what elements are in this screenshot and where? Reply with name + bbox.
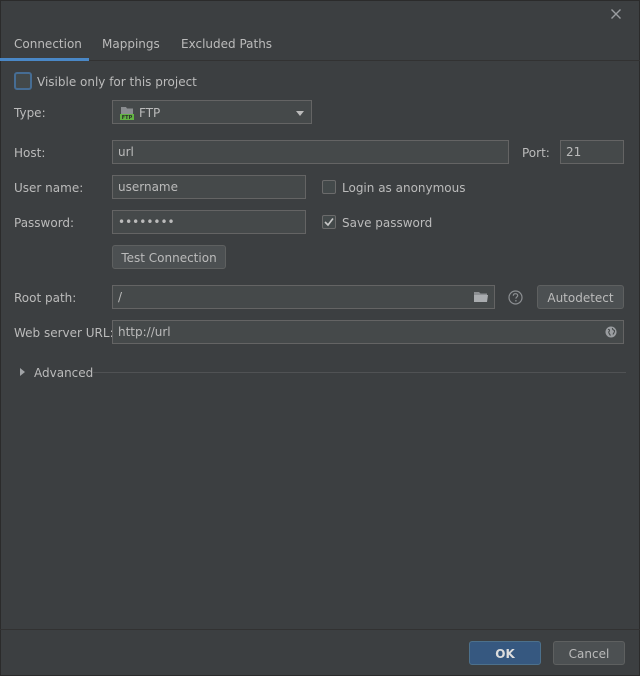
cancel-button[interactable]: Cancel xyxy=(553,641,625,665)
web-url-input[interactable] xyxy=(112,320,624,344)
username-input[interactable] xyxy=(112,175,306,199)
root-path-label: Root path: xyxy=(14,291,77,305)
ftp-icon: FTP xyxy=(120,107,134,121)
globe-icon[interactable] xyxy=(605,326,617,338)
chevron-down-icon xyxy=(296,111,304,116)
password-label: Password: xyxy=(14,216,75,230)
web-url-label: Web server URL: xyxy=(14,326,114,340)
visible-only-checkbox[interactable] xyxy=(14,72,32,90)
visible-only-label: Visible only for this project xyxy=(37,75,197,89)
help-icon[interactable] xyxy=(508,290,523,305)
save-password-checkbox[interactable] xyxy=(322,215,336,229)
close-icon xyxy=(611,9,621,19)
tab-excluded-paths[interactable]: Excluded Paths xyxy=(181,37,272,51)
root-path-input[interactable] xyxy=(112,285,495,309)
host-input[interactable] xyxy=(112,140,509,164)
advanced-toggle[interactable]: Advanced xyxy=(34,365,93,381)
ok-button[interactable]: OK xyxy=(469,641,541,665)
svg-text:FTP: FTP xyxy=(122,115,133,121)
port-label: Port: xyxy=(522,146,550,160)
autodetect-button[interactable]: Autodetect xyxy=(537,285,624,309)
port-input[interactable] xyxy=(560,140,624,164)
host-label: Host: xyxy=(14,146,46,160)
login-anonymous-checkbox[interactable] xyxy=(322,180,336,194)
login-anonymous-label: Login as anonymous xyxy=(342,181,466,195)
advanced-separator xyxy=(93,372,626,373)
close-button[interactable] xyxy=(608,6,624,22)
type-value: FTP xyxy=(139,106,161,120)
tab-selected-indicator xyxy=(0,58,89,61)
tab-connection[interactable]: Connection xyxy=(14,37,82,51)
save-password-label: Save password xyxy=(342,216,433,230)
chevron-right-icon[interactable] xyxy=(19,367,26,377)
password-input[interactable] xyxy=(112,210,306,234)
folder-icon[interactable] xyxy=(473,290,489,304)
tab-bar: Connection Mappings Excluded Paths xyxy=(0,30,640,61)
username-label: User name: xyxy=(14,181,84,195)
checkmark-icon xyxy=(324,218,334,227)
type-label: Type: xyxy=(14,106,46,120)
footer-separator xyxy=(0,629,640,630)
test-connection-button[interactable]: Test Connection xyxy=(112,245,226,269)
type-select[interactable]: FTP FTP xyxy=(112,100,312,124)
tab-mappings[interactable]: Mappings xyxy=(102,37,160,51)
